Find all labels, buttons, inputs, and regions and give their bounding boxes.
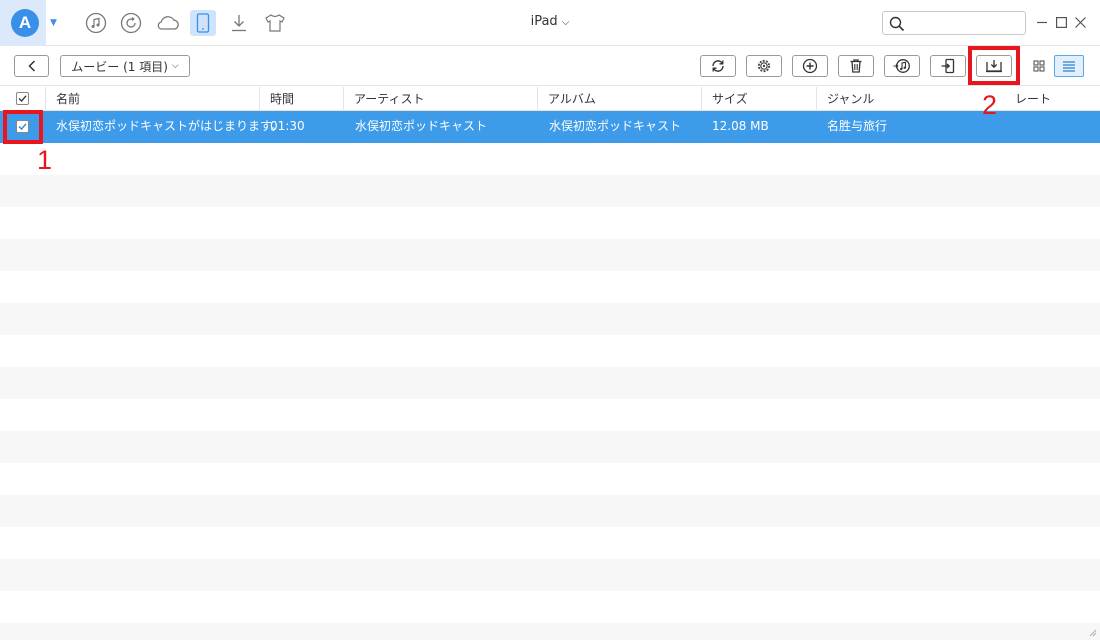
refresh-button[interactable] xyxy=(700,55,736,77)
search-icon xyxy=(889,16,905,32)
empty-row xyxy=(0,239,1100,271)
table-header: 名前 時間 アーティスト アルバム サイズ ジャンル レート xyxy=(0,87,1100,111)
list-view-button[interactable] xyxy=(1054,55,1084,77)
column-name[interactable]: 名前 xyxy=(45,87,259,111)
column-time[interactable]: 時間 xyxy=(259,87,343,111)
annotation-label-2: 2 xyxy=(982,90,998,120)
cell-name: 水俣初恋ポッドキャストがはじまります。 xyxy=(56,119,283,133)
column-artist[interactable]: アーティスト xyxy=(343,87,537,111)
cell-album: 水俣初恋ポッドキャスト xyxy=(549,119,682,133)
empty-row xyxy=(0,431,1100,463)
app-logo[interactable]: A xyxy=(0,0,46,46)
add-button[interactable] xyxy=(792,55,828,77)
to-device-icon xyxy=(941,58,955,74)
logo-dropdown-icon[interactable]: ▼ xyxy=(50,18,57,28)
grid-view-button[interactable] xyxy=(1024,55,1054,77)
grid-view-icon xyxy=(1033,60,1045,72)
restore-icon[interactable] xyxy=(118,10,144,36)
minimize-icon[interactable] xyxy=(1035,14,1049,30)
settings-icon xyxy=(757,59,771,73)
empty-row xyxy=(0,623,1100,640)
device-icon[interactable] xyxy=(190,10,216,36)
empty-row xyxy=(0,559,1100,591)
chevron-left-icon xyxy=(27,60,35,72)
device-selector[interactable]: iPad ⌵ xyxy=(531,14,570,29)
close-icon[interactable] xyxy=(1073,14,1087,30)
empty-row xyxy=(0,367,1100,399)
select-all-checkbox[interactable] xyxy=(16,92,29,105)
to-itunes-button[interactable] xyxy=(884,55,920,77)
device-name: iPad xyxy=(530,14,558,29)
delete-button[interactable] xyxy=(838,55,874,77)
list-view-icon xyxy=(1063,61,1075,72)
column-album[interactable]: アルバム xyxy=(537,87,701,111)
column-size[interactable]: サイズ xyxy=(701,87,816,111)
logo-icon: A xyxy=(11,9,39,37)
highlight-box-2 xyxy=(968,46,1020,85)
add-icon xyxy=(802,58,818,74)
cell-time: 01:30 xyxy=(270,119,305,133)
refresh-icon xyxy=(712,60,724,72)
annotation-label-1: 1 xyxy=(37,145,53,175)
back-button[interactable] xyxy=(14,55,49,77)
cloud-icon[interactable] xyxy=(155,10,181,36)
top-bar: A ▼ iPad ⌵ xyxy=(0,0,1100,46)
category-dropdown[interactable]: ムービー (1 項目) ⌵ xyxy=(60,55,190,77)
table-row[interactable]: 水俣初恋ポッドキャストがはじまります。 01:30 水俣初恋ポッドキャスト 水俣… xyxy=(0,111,1100,143)
app-window: A ▼ iPad ⌵ ムービー (1 項目) ⌵ 名前 時間 アーティスト アル… xyxy=(0,0,1100,640)
column-rating[interactable]: レート xyxy=(1005,87,1100,111)
chevron-down-icon: ⌵ xyxy=(561,17,570,28)
download-icon[interactable] xyxy=(226,10,252,36)
cell-artist: 水俣初恋ポッドキャスト xyxy=(355,119,488,133)
highlight-box-1 xyxy=(3,110,43,144)
breadcrumb: ムービー (1 項目) xyxy=(71,59,168,74)
column-genre[interactable]: ジャンル xyxy=(816,87,981,111)
cell-genre: 名胜与旅行 xyxy=(827,119,888,133)
to-itunes-icon xyxy=(893,59,910,73)
chevron-down-icon: ⌵ xyxy=(171,61,179,71)
delete-icon xyxy=(850,59,862,73)
empty-row xyxy=(0,175,1100,207)
resize-grip-icon[interactable] xyxy=(1087,627,1097,637)
to-device-button[interactable] xyxy=(930,55,966,77)
cell-size: 12.08 MB xyxy=(712,119,769,133)
tshirt-icon[interactable] xyxy=(262,10,288,36)
toolbar: ムービー (1 項目) ⌵ xyxy=(0,46,1100,86)
music-icon[interactable] xyxy=(83,10,109,36)
search-input[interactable] xyxy=(882,11,1026,35)
maximize-icon[interactable] xyxy=(1054,14,1068,30)
settings-button[interactable] xyxy=(746,55,782,77)
empty-row xyxy=(0,495,1100,527)
empty-row xyxy=(0,303,1100,335)
